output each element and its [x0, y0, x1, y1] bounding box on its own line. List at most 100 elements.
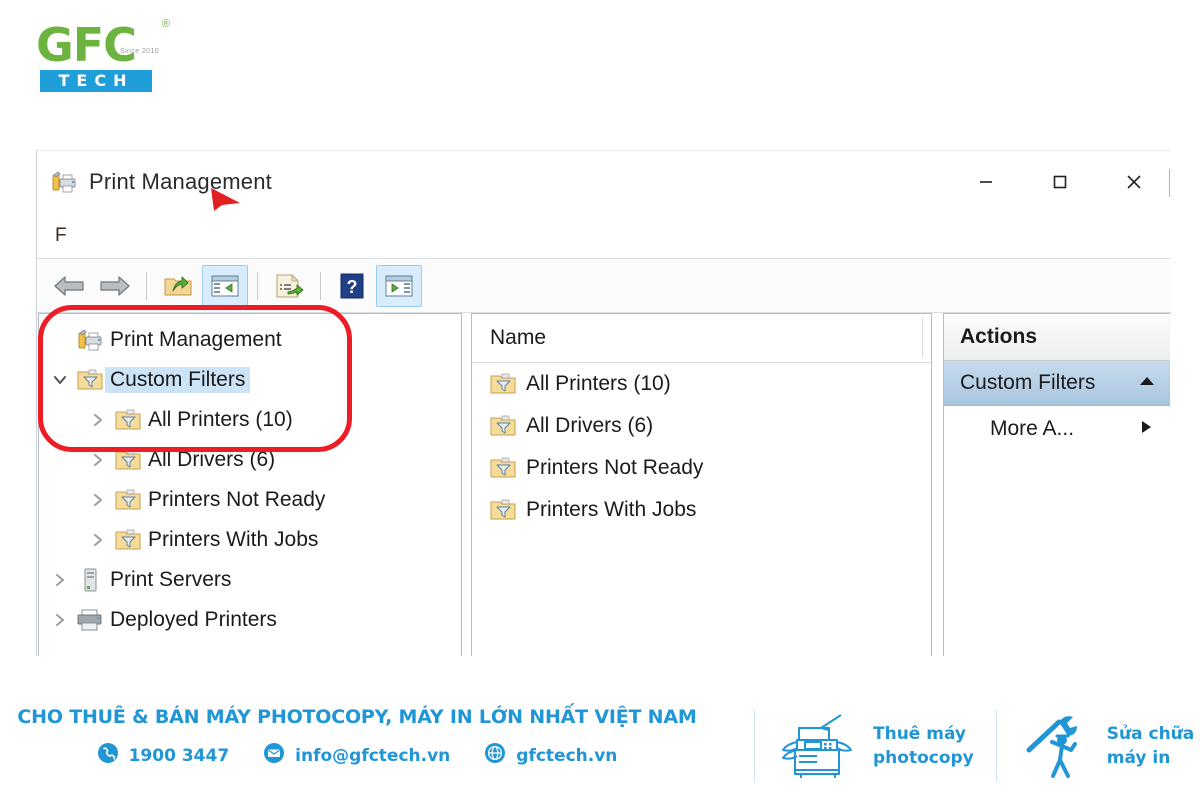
footer-service-line2: máy in — [1106, 747, 1171, 768]
print-management-icon — [51, 170, 77, 194]
minimize-button[interactable] — [949, 151, 1023, 213]
footer-service-text: Thuê máy photocopy — [873, 722, 974, 770]
column-divider[interactable] — [922, 318, 923, 358]
print-management-window: Print Management F ? Print Management Cu… — [36, 150, 1171, 656]
help-button[interactable]: ? — [330, 266, 374, 306]
footer-service-line1: Thuê máy — [873, 723, 966, 744]
title-bar: Print Management — [37, 151, 1171, 213]
filter-folder-icon — [75, 367, 105, 393]
result-list-pane: Name All Printers (10) All Drivers (6) P… — [471, 313, 932, 656]
tree-item-printers-with-jobs[interactable]: Printers With Jobs — [39, 520, 461, 560]
chevron-down-icon[interactable] — [45, 372, 75, 388]
list-item-label: Printers Not Ready — [526, 456, 704, 479]
repair-worker-icon — [1019, 706, 1093, 785]
actions-item-label: More A... — [990, 417, 1075, 440]
footer-service-printer-repair[interactable]: Sửa chữa máy in — [1019, 706, 1195, 785]
tree-item-all-printers[interactable]: All Printers (10) — [39, 400, 461, 440]
up-one-level-button[interactable] — [156, 266, 200, 306]
back-button[interactable] — [47, 266, 91, 306]
server-icon — [75, 567, 105, 593]
footer-email-text: info@gfctech.vn — [295, 745, 451, 766]
actions-header-label: Actions — [960, 325, 1038, 348]
maximize-button[interactable] — [1023, 151, 1097, 213]
chevron-up-icon[interactable] — [1138, 374, 1156, 392]
toolbar: ? — [37, 259, 1171, 313]
window-title: Print Management — [89, 169, 272, 194]
email-icon — [263, 742, 285, 769]
footer-contact-website[interactable]: gfctech.vn — [484, 742, 617, 769]
list-item-label: Printers With Jobs — [526, 498, 697, 521]
chevron-right-icon[interactable] — [83, 412, 113, 428]
footer-contact-email[interactable]: info@gfctech.vn — [263, 742, 450, 769]
registered-mark-icon: ® — [161, 18, 170, 30]
tree-item-label: Print Management — [110, 328, 282, 351]
logo-since-text: Since 2010 — [120, 48, 160, 55]
close-button[interactable] — [1097, 151, 1171, 213]
forward-button[interactable] — [93, 266, 137, 306]
print-management-icon — [75, 327, 105, 353]
pane-splitter-right[interactable] — [932, 313, 943, 656]
list-column-header: Name — [472, 314, 931, 363]
filter-folder-icon — [488, 455, 518, 481]
footer-contact-phone[interactable]: 1900 3447 — [97, 742, 230, 769]
filter-folder-icon — [113, 487, 143, 513]
filter-folder-icon — [488, 497, 518, 523]
footer-divider — [995, 709, 997, 782]
filter-folder-icon — [488, 413, 518, 439]
list-item[interactable]: All Printers (10) — [472, 363, 931, 405]
tree-item-all-drivers[interactable]: All Drivers (6) — [39, 440, 461, 480]
phone-icon — [97, 742, 119, 769]
svg-text:?: ? — [347, 277, 358, 297]
actions-pane: Actions Custom Filters More A... — [943, 313, 1170, 656]
show-hide-console-tree-button[interactable] — [202, 264, 248, 307]
filter-folder-icon — [113, 407, 143, 433]
screenshot-root: GFC ® Since 2010 TECH Print Management F… — [0, 0, 1200, 800]
footer-service-text: Sửa chữa máy in — [1107, 722, 1195, 770]
globe-icon — [484, 742, 506, 769]
logo-tech-text: TECH — [40, 70, 152, 92]
actions-group-label: Custom Filters — [960, 371, 1096, 394]
footer-contacts: 1900 3447 info@gfctech.vn gfctech.vn — [0, 742, 714, 769]
chevron-right-icon[interactable] — [83, 532, 113, 548]
tree-item-label: All Drivers (6) — [148, 448, 276, 471]
list-item-label: All Drivers (6) — [526, 414, 654, 437]
column-header-name[interactable]: Name — [472, 326, 546, 350]
console-tree-pane: Print Management Custom Filters All Prin… — [38, 313, 462, 656]
tree-item-print-servers[interactable]: Print Servers — [39, 560, 461, 600]
footer-left: CHO THUÊ & BÁN MÁY PHOTOCOPY, MÁY IN LỚN… — [0, 706, 714, 769]
toolbar-separator — [257, 271, 258, 300]
footer-phone-text: 1900 3447 — [128, 745, 230, 766]
footer-service-line2: photocopy — [873, 747, 974, 768]
tree-item-printers-not-ready[interactable]: Printers Not Ready — [39, 480, 461, 520]
filter-folder-icon — [113, 447, 143, 473]
tree-item-print-management[interactable]: Print Management — [39, 320, 461, 360]
list-item[interactable]: Printers Not Ready — [472, 447, 931, 489]
tree-item-custom-filters[interactable]: Custom Filters — [39, 360, 461, 400]
footer-service-line1: Sửa chữa — [1106, 723, 1195, 744]
logo-gfc-text: GFC — [36, 18, 137, 72]
window-controls — [949, 151, 1171, 213]
chevron-right-icon[interactable] — [45, 572, 75, 588]
actions-item-more-actions[interactable]: More A... — [944, 406, 1170, 452]
window-edge-divider — [1169, 169, 1170, 197]
tree-item-deployed-printers[interactable]: Deployed Printers — [39, 600, 461, 640]
export-list-button[interactable] — [267, 266, 311, 306]
toolbar-separator — [320, 271, 321, 300]
list-item[interactable]: All Drivers (6) — [472, 405, 931, 447]
footer-tagline: CHO THUÊ & BÁN MÁY PHOTOCOPY, MÁY IN LỚN… — [17, 706, 697, 728]
gfc-tech-logo: GFC ® Since 2010 TECH — [36, 18, 176, 94]
pane-splitter-left[interactable] — [462, 313, 471, 656]
chevron-right-icon[interactable] — [83, 492, 113, 508]
show-hide-action-pane-button[interactable] — [376, 264, 422, 307]
menu-item-file[interactable]: F — [55, 225, 67, 247]
chevron-right-icon[interactable] — [45, 612, 75, 628]
menu-bar: F — [37, 213, 1171, 259]
tree-item-label: All Printers (10) — [148, 408, 293, 431]
list-item[interactable]: Printers With Jobs — [472, 489, 931, 531]
chevron-right-icon[interactable] — [83, 452, 113, 468]
list-item-label: All Printers (10) — [526, 372, 671, 395]
triangle-right-icon[interactable] — [1140, 419, 1152, 440]
filter-folder-icon — [113, 527, 143, 553]
actions-group-custom-filters[interactable]: Custom Filters — [944, 361, 1170, 406]
footer-service-rent-copier[interactable]: Thuê máy photocopy — [777, 706, 974, 785]
